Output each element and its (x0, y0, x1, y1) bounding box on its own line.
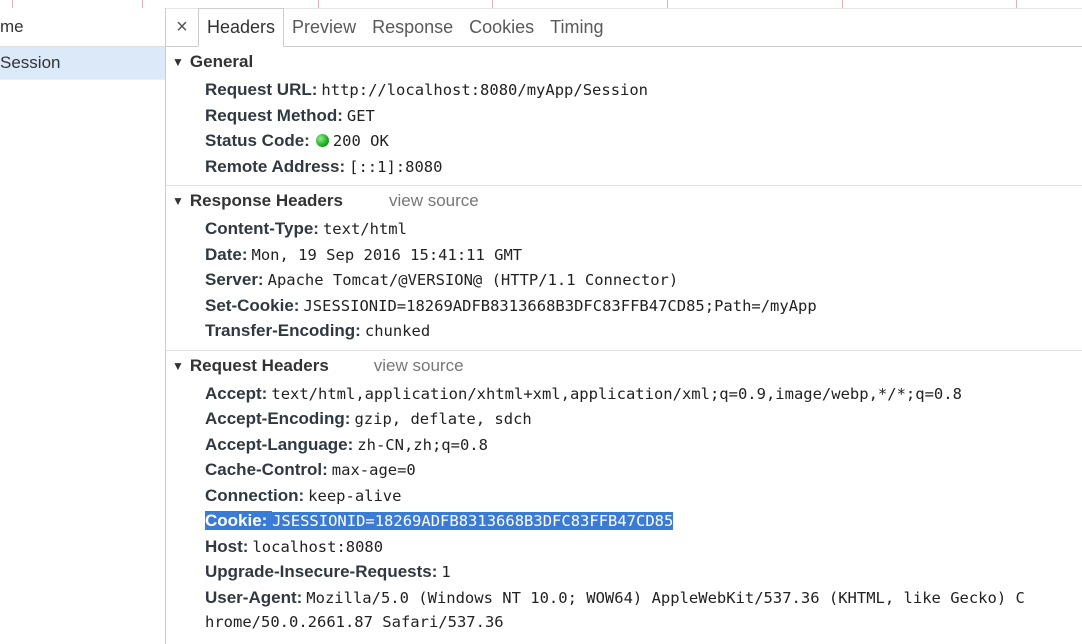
header-name: Set-Cookie: (205, 295, 300, 315)
request-details-pane: × Headers Preview Response Cookies Timin… (166, 8, 1082, 644)
tab-preview[interactable]: Preview (284, 9, 364, 46)
header-row: Server: Apache Tomcat/@VERSION@ (HTTP/1.1… (166, 267, 1082, 293)
header-row: Content-Type: text/html (166, 216, 1082, 242)
header-name: Remote Address: (205, 156, 346, 176)
ruler-tick (1016, 0, 1017, 8)
header-name: Upgrade-Insecure-Requests: (205, 562, 438, 581)
header-row: Request Method: GET (166, 103, 1082, 129)
request-row-session[interactable]: Session (0, 47, 165, 80)
header-row: Host: localhost:8080 (166, 534, 1082, 560)
collapse-triangle-icon[interactable]: ▼ (172, 351, 184, 381)
status-ok-icon (315, 134, 329, 147)
header-value: 200 OK (332, 132, 389, 150)
header-name: User-Agent: (205, 587, 303, 607)
header-value: JSESSIONID=18269ADFB8313668B3DFC83FFB47C… (272, 512, 674, 530)
view-source-link[interactable]: view source (389, 186, 479, 216)
header-row: Accept-Encoding: gzip, deflate, sdch (166, 406, 1082, 432)
general-section: ▼ General Request URL: http://localhost:8… (166, 47, 1082, 186)
close-icon[interactable]: × (166, 8, 198, 46)
section-title: Response Headers (189, 191, 343, 210)
tab-headers[interactable]: Headers (198, 8, 285, 47)
header-value: Mon, 19 Sep 2016 15:41:11 GMT (251, 245, 523, 264)
header-value: Apache Tomcat/@VERSION@ (HTTP/1.1 Connec… (267, 271, 679, 289)
header-value: 1 (441, 563, 451, 581)
general-section-header[interactable]: ▼ General (166, 47, 1082, 77)
header-row: Accept: text/html,application/xhtml+xml,a… (166, 381, 1082, 407)
header-value: Mozilla/5.0 (Windows NT 10.0; WOW64) App… (306, 588, 1025, 607)
header-row: User-Agent: Mozilla/5.0 (Windows NT 10.0;… (166, 585, 1082, 611)
header-value: zh-CN,zh;q=0.8 (357, 435, 488, 454)
section-title: Request Headers (189, 355, 329, 375)
response-headers-section: ▼ Response Headers view source Content-T… (166, 186, 1082, 351)
header-name: Request Method: (205, 105, 343, 125)
name-column-header[interactable]: me (0, 8, 165, 47)
header-row: Connection: keep-alive (166, 483, 1082, 509)
header-name: Accept-Language: (205, 434, 354, 454)
header-row: Cache-Control: max-age=0 (166, 457, 1082, 483)
collapse-triangle-icon[interactable]: ▼ (172, 47, 184, 77)
ruler-tick (842, 0, 843, 8)
request-headers-section-header[interactable]: ▼ Request Headers view source (166, 351, 1082, 381)
header-name: Accept-Encoding: (205, 409, 351, 428)
header-value: [::1]:8080 (349, 157, 443, 176)
header-name: Connection: (205, 485, 305, 505)
header-name: Content-Type: (205, 219, 319, 238)
header-row-selected: Cookie: JSESSIONID=18269ADFB8313668B3DFC… (166, 508, 1082, 534)
tab-response[interactable]: Response (364, 9, 461, 46)
header-row: Upgrade-Insecure-Requests: 1 (166, 559, 1082, 585)
header-name: Status Code: (205, 131, 310, 150)
header-row: Set-Cookie: JSESSIONID=18269ADFB8313668B3… (166, 293, 1082, 319)
header-value: max-age=0 (331, 461, 416, 479)
header-row: Status Code: 200 OK (166, 128, 1082, 154)
view-source-link[interactable]: view source (374, 351, 464, 381)
header-value: localhost:8080 (252, 537, 384, 556)
header-name: Host: (205, 536, 249, 556)
header-value: text/html,application/xhtml+xml,applicat… (271, 384, 962, 403)
header-value: http://localhost:8080/myApp/Session (321, 81, 649, 99)
ruler-tick (667, 0, 668, 8)
ruler-tick (142, 0, 143, 8)
ruler-tick (492, 0, 493, 8)
header-name: Cache-Control: (205, 460, 328, 479)
header-name: Accept: (205, 383, 268, 403)
header-name: Date: (205, 244, 248, 264)
header-name: Request URL: (205, 80, 318, 99)
request-headers-section: ▼ Request Headers view source Accept: tex… (166, 351, 1082, 642)
header-value: keep-alive (308, 486, 402, 505)
header-value: gzip, deflate, sdch (354, 410, 532, 428)
header-row: Accept-Language: zh-CN,zh;q=0.8 (166, 432, 1082, 458)
header-name: Cookie: (205, 511, 268, 530)
header-name: Server: (205, 270, 264, 289)
header-value-continuation: hrome/50.0.2661.87 Safari/537.36 (205, 613, 504, 631)
tab-cookies[interactable]: Cookies (461, 9, 542, 46)
section-title: General (189, 52, 254, 71)
header-name: Transfer-Encoding: (205, 321, 361, 340)
ruler-tick (12, 0, 13, 8)
header-value: JSESSIONID=18269ADFB8313668B3DFC83FFB47C… (303, 296, 817, 315)
header-value: chunked (364, 322, 431, 340)
ruler-tick (318, 0, 319, 8)
response-headers-section-header[interactable]: ▼ Response Headers view source (166, 186, 1082, 216)
header-row: Transfer-Encoding: chunked (166, 318, 1082, 344)
header-row: Remote Address: [::1]:8080 (166, 154, 1082, 180)
header-value: GET (346, 106, 375, 125)
collapse-triangle-icon[interactable]: ▼ (172, 186, 184, 216)
tab-timing[interactable]: Timing (542, 9, 611, 46)
request-list-pane: me Session (0, 8, 166, 644)
details-tab-bar: × Headers Preview Response Cookies Timin… (166, 8, 1082, 47)
header-row: Request URL: http://localhost:8080/myApp/… (166, 77, 1082, 103)
header-value: text/html (322, 220, 407, 238)
header-row: Date: Mon, 19 Sep 2016 15:41:11 GMT (166, 242, 1082, 268)
